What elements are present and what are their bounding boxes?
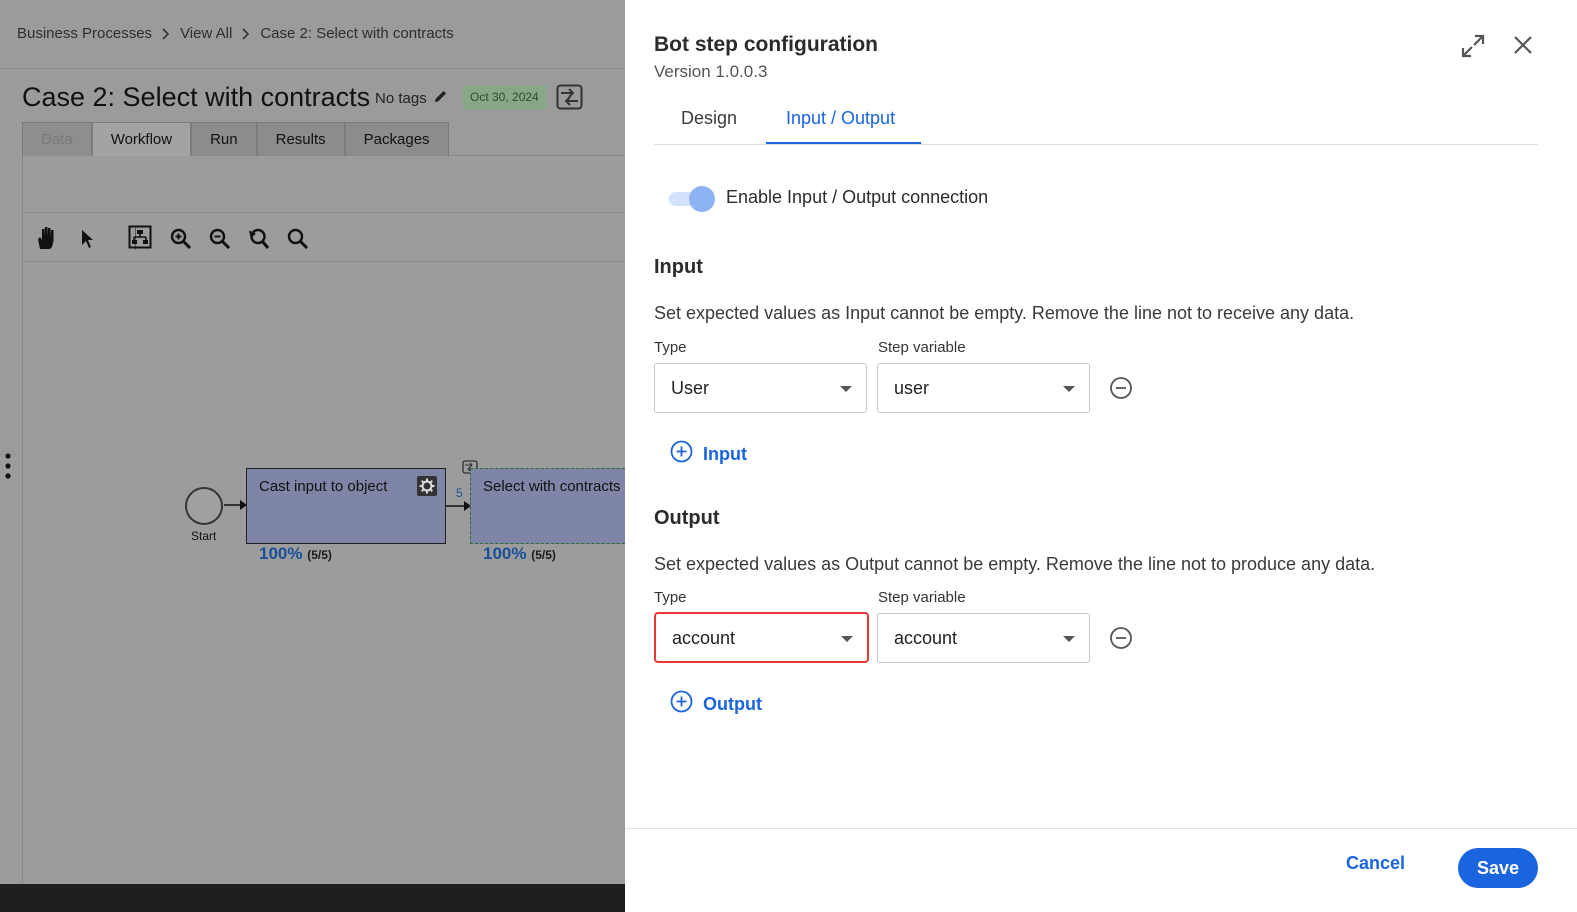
caret-down-icon [1063,636,1075,642]
tags-label: No tags [375,90,427,107]
add-input-button[interactable]: Input [670,440,747,468]
fit-diagram-icon[interactable] [128,225,152,254]
breadcrumb-business-processes[interactable]: Business Processes [17,25,152,42]
node-progress: 100% (5/5) [483,544,556,564]
node-progress: 100% (5/5) [259,544,332,564]
caret-down-icon [840,386,852,392]
add-output-label: Output [703,693,762,714]
select-value: user [894,378,930,398]
workflow-node-select-contracts[interactable]: Select with contracts [470,468,625,544]
progress-percent: 100% [259,544,303,563]
breadcrumb-current: Case 2: Select with contracts [260,25,454,42]
zoom-reset-icon[interactable] [247,227,271,256]
pointer-tool-icon[interactable] [80,229,96,254]
hand-tool-icon[interactable] [34,225,60,256]
zoom-out-icon[interactable] [208,227,232,256]
plus-circle-icon [670,690,693,718]
tab-results[interactable]: Results [256,122,345,156]
input-type-label: Type [654,339,687,356]
zoom-fit-icon[interactable] [286,227,310,256]
input-variable-label: Step variable [878,339,966,356]
edge-count-label: 5 [456,486,463,500]
remove-input-row-icon[interactable] [1109,376,1133,405]
output-type-select[interactable]: account [654,612,869,663]
io-flow-icon[interactable] [556,84,583,115]
toggle-label: Enable Input / Output connection [726,187,989,207]
progress-percent: 100% [483,544,527,563]
toggle-thumb [689,186,715,212]
settings-icon[interactable] [416,475,438,502]
select-value: account [894,628,958,648]
edge-arrow [446,501,471,511]
caret-down-icon [841,636,853,642]
drawer-title: Bot step configuration [654,33,878,56]
cancel-button[interactable]: Cancel [1346,853,1405,874]
save-button[interactable]: Save [1458,848,1538,888]
output-variable-label: Step variable [878,589,966,606]
close-icon[interactable] [1511,33,1535,62]
tab-data[interactable]: Data [22,122,92,156]
bottom-bar [0,884,625,912]
output-type-label: Type [654,589,687,606]
date-badge: Oct 30, 2024 [463,85,546,109]
start-label: Start [191,529,217,543]
canvas-toolbar [22,212,625,262]
chevron-right-icon [242,27,250,40]
tags-editor[interactable]: No tags [375,89,448,108]
output-section-description: Set expected values as Output cannot be … [654,554,1376,574]
breadcrumb: Business Processes View All Case 2: Sele… [17,25,454,42]
drawer-version: Version 1.0.0.3 [654,62,768,81]
edge-arrow [224,500,247,510]
tab-input-output[interactable]: Input / Output [786,108,895,129]
active-tab-indicator [766,142,921,144]
tab-workflow[interactable]: Workflow [91,122,192,156]
caret-down-icon [1063,386,1075,392]
tab-run[interactable]: Run [191,122,257,156]
output-section-title: Output [654,507,720,529]
node-title: Select with contracts [483,478,621,495]
remove-output-row-icon[interactable] [1109,626,1133,655]
page-title: Case 2: Select with contracts [22,82,371,112]
workflow-node-cast-input[interactable]: Cast input to object [246,468,446,544]
output-variable-select[interactable]: account [877,613,1090,663]
progress-count: (5/5) [531,548,556,562]
case-tabs: Data Workflow Run Results Packages [22,122,449,156]
progress-count: (5/5) [307,548,332,562]
tab-design[interactable]: Design [681,108,737,129]
footer-divider [625,828,1577,829]
bot-step-config-drawer: Bot step configuration Version 1.0.0.3 D… [625,0,1577,912]
input-type-select[interactable]: User [654,363,867,413]
input-variable-select[interactable]: user [877,363,1090,413]
pencil-icon[interactable] [433,89,448,108]
tab-packages[interactable]: Packages [344,122,449,156]
start-event[interactable] [185,487,223,525]
input-section-description: Set expected values as Input cannot be e… [654,303,1355,323]
add-output-button[interactable]: Output [670,690,762,718]
input-section-title: Input [654,256,703,278]
add-input-label: Input [703,443,747,464]
more-vertical-icon[interactable] [5,453,11,484]
select-value: account [672,628,736,648]
node-title: Cast input to object [259,478,388,495]
drawer-tabs: Design Input / Output [654,100,1538,145]
chevron-right-icon [162,27,170,40]
zoom-in-icon[interactable] [169,227,193,256]
breadcrumb-view-all[interactable]: View All [180,25,232,42]
io-connection-toggle[interactable] [669,186,715,212]
divider [0,68,625,69]
background-app: Business Processes View All Case 2: Sele… [0,0,625,912]
expand-icon[interactable] [1460,33,1486,64]
select-value: User [671,378,710,398]
plus-circle-icon [670,440,693,468]
